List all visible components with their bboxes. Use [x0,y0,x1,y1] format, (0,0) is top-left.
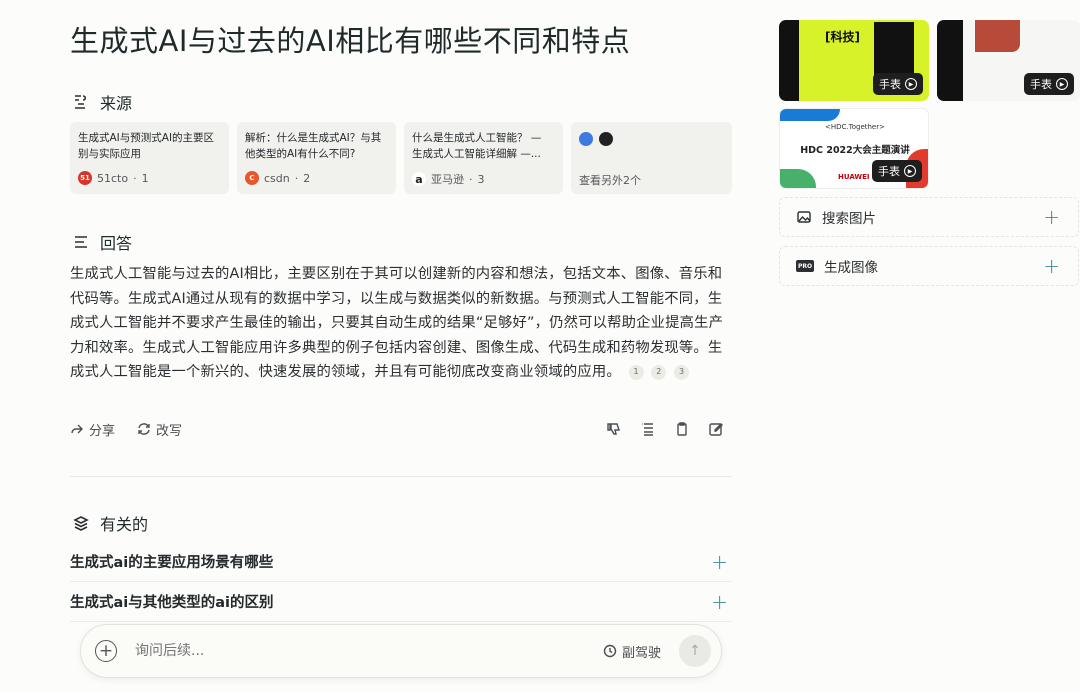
related-question[interactable]: 生成式ai与其他类型的ai的区别 + [70,582,732,622]
refresh-icon [138,423,150,435]
answer-heading: 回答 [72,230,132,254]
answer-text: 生成式人工智能与过去的AI相比，主要区别在于其可以创建新的内容和想法，包括文本、… [70,266,724,380]
play-icon: ▶ [1056,78,1068,90]
video-art [975,20,1020,52]
huawei-logo: HUAWEI [838,173,870,181]
source-index: 3 [477,172,485,186]
answer-body: 生成式人工智能与过去的AI相比，主要区别在于其可以创建新的内容和想法，包括文本、… [70,262,732,385]
source-site: 亚马逊 [431,173,464,186]
send-button[interactable]: ↑ [679,635,711,667]
plus-icon: + [1043,254,1060,278]
source-index: 2 [303,171,311,185]
generate-image-button[interactable]: PRO 生成图像 + [779,246,1079,286]
citation-badge[interactable]: 3 [674,364,690,380]
source-site: csdn [264,171,290,185]
page-title: 生成式AI与过去的AI相比有哪些不同和特点 [70,24,631,58]
plus-icon[interactable]: + [711,550,728,574]
share-button[interactable]: 分享 [70,420,115,439]
source-card[interactable]: 什么是生成式人工智能？ — 生成式人工智能详细解 —... a 亚马逊 · 3 [404,122,563,194]
layers-icon [73,516,89,531]
follow-up-bar: + 副驾驶 ↑ [80,624,722,678]
copy-icon[interactable] [674,421,690,437]
share-icon [71,424,83,434]
play-icon: ▶ [904,165,916,177]
answer-actions: 分享 改写 [70,418,732,440]
copilot-button[interactable]: 副驾驶 [603,642,661,661]
video-badge: 手表 ▶ [872,160,922,182]
clock-icon [603,644,617,658]
source-title: 什么是生成式人工智能？ — 生成式人工智能详细解 —... [412,132,542,160]
source-index: 1 [141,171,149,185]
edit-icon[interactable] [708,421,724,437]
video-thumbnail[interactable]: <HDC.Together> HDC 2022大会主题演讲 HUAWEI 手表 ▶ [779,108,929,189]
site-logo-icon: C [245,171,259,185]
arrow-up-icon: ↑ [689,643,701,659]
citation-badge[interactable]: 2 [651,364,667,380]
source-site: 51cto [97,171,129,185]
search-images-button[interactable]: 搜索图片 + [779,197,1079,237]
divider [70,476,732,477]
answer-lines-icon [75,236,87,248]
thumbs-down-icon[interactable] [606,421,622,437]
more-sources-label: 查看另外2个 [579,174,641,187]
source-card[interactable]: 生成式AI与预测式AI的主要区别与实际应用 51 51cto · 1 [70,122,229,194]
play-icon: ▶ [905,78,917,90]
video-thumbnail[interactable]: [科技] 手表 ▶ [779,20,929,101]
sources-heading: 来源 [72,90,132,114]
rewrite-button[interactable]: 改写 [137,420,182,439]
more-sources-card[interactable]: 查看另外2个 [571,122,732,194]
video-badge: 手表 ▶ [873,73,923,95]
related-question-text: 生成式ai与其他类型的ai的区别 [70,595,274,611]
source-card[interactable]: 解析：什么是生成式AI？与其他类型的AI有什么不同? C csdn · 2 [237,122,396,194]
follow-up-input[interactable] [135,643,603,659]
amazon-logo-icon: a [412,172,426,186]
sources-icon [75,95,87,109]
sources-heading-label: 来源 [100,94,133,113]
pro-badge-icon: PRO [796,260,814,272]
related-question-text: 生成式ai的主要应用场景有哪些 [70,555,274,571]
related-question[interactable]: 生成式ai的主要应用场景有哪些 + [70,542,732,582]
related-heading-label: 有关的 [100,515,149,534]
source-title: 解析：什么是生成式AI？与其他类型的AI有什么不同? [245,132,382,160]
attach-plus-icon[interactable]: + [95,640,117,662]
site-logo-icon [579,132,593,146]
video-caption: [科技] [825,30,860,44]
list-icon[interactable] [640,421,656,437]
sources-list: 生成式AI与预测式AI的主要区别与实际应用 51 51cto · 1 解析：什么… [70,122,732,196]
video-tag: <HDC.Together> [825,123,885,131]
citation-badge[interactable]: 1 [628,364,644,380]
related-heading: 有关的 [72,511,148,535]
site-logo-icon [599,132,613,146]
answer-heading-label: 回答 [100,234,133,253]
plus-icon: + [1043,205,1060,229]
site-logo-icon: 51 [78,171,92,185]
rewrite-label: 改写 [156,423,183,439]
search-images-label: 搜索图片 [822,211,876,227]
source-title: 生成式AI与预测式AI的主要区别与实际应用 [78,132,215,160]
video-thumbnail[interactable]: 手表 ▶ [937,20,1080,101]
plus-icon[interactable]: + [711,590,728,614]
video-badge: 手表 ▶ [1024,73,1074,95]
copilot-label: 副驾驶 [621,645,661,661]
image-icon [797,211,811,223]
generate-image-label: 生成图像 [824,260,878,276]
video-caption: HDC 2022大会主题演讲 [800,145,910,156]
share-label: 分享 [89,423,116,439]
